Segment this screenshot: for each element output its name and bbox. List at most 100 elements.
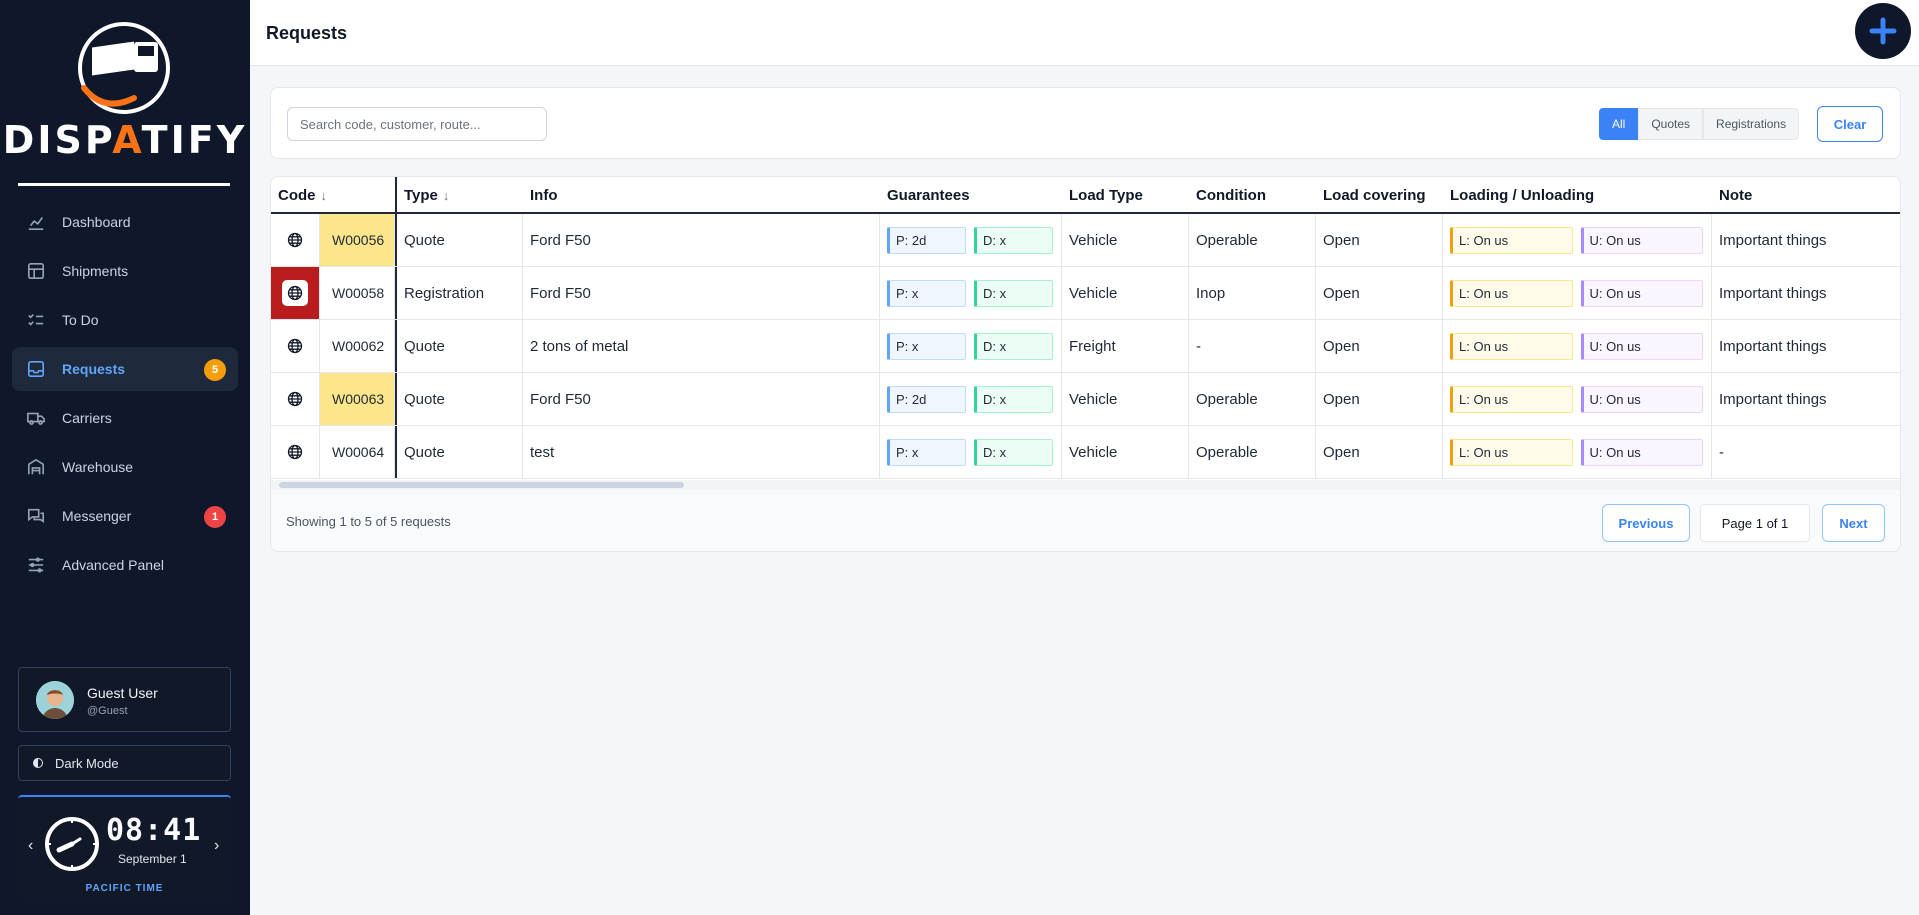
loading-unloading-cell: L: On us U: On us [1443,214,1712,266]
next-page-button[interactable]: Next [1822,504,1885,542]
sidebar-item-messenger[interactable]: Messenger 1 [12,494,238,538]
sidebar-item-carriers[interactable]: Carriers [12,396,238,440]
column-load-covering-header[interactable]: Load covering [1316,177,1443,214]
request-type: Quote [395,320,523,372]
clock-next-button[interactable]: › [214,837,219,855]
add-request-button[interactable] [1855,3,1911,59]
clock-date: September 1 [118,852,187,866]
column-loading-unloading-header[interactable]: Loading / Unloading [1443,177,1712,214]
contrast-icon [33,758,43,768]
brand-divider [18,183,230,186]
loading-chip: L: On us [1450,438,1573,466]
guarantees-cell: P: x D: x [880,320,1062,372]
requests-count-badge: 5 [204,359,226,381]
column-guarantees-header[interactable]: Guarantees [880,177,1062,214]
row-type-indicator[interactable] [271,373,320,425]
filter-registrations-button[interactable]: Registrations [1703,108,1800,140]
box-icon [26,261,46,281]
avatar [36,681,74,719]
note: Important things [1719,390,1827,408]
clock-timezone: PACIFIC TIME [85,883,164,894]
clear-filters-button[interactable]: Clear [1817,106,1883,142]
page-title: Requests [266,23,348,43]
request-info: Ford F50 [523,373,880,425]
request-info: test [523,426,880,478]
inbox-icon [26,359,46,379]
table-row[interactable]: W00064 Quote test P: x D: x Vehicle Operable Op… [271,426,1900,479]
column-info-header[interactable]: Info [523,177,880,214]
sidebar-item-advanced-panel[interactable]: Advanced Panel [12,543,238,587]
checklist-icon [26,310,46,330]
loading-chip: L: On us [1450,279,1573,307]
sidebar-item-todo[interactable]: To Do [12,298,238,342]
note: - [1719,443,1724,461]
request-type: Quote [395,214,523,266]
analog-clock-icon [45,817,99,871]
table-row[interactable]: W00058 Registration Ford F50 P: x D: x Vehicl… [271,267,1900,320]
filter-bar: All Quotes Registrations Clear [270,87,1901,159]
dark-mode-toggle[interactable]: Dark Mode [18,745,231,781]
unloading-chip: U: On us [1580,332,1703,360]
user-name: Guest User [87,685,158,701]
plus-icon [1869,17,1897,45]
sidebar-item-label: Advanced Panel [62,557,164,573]
table-row[interactable]: W00063 Quote Ford F50 P: 2d D: x Vehicle Opera… [271,373,1900,426]
request-code[interactable]: W00063 [320,373,395,425]
column-note-header[interactable]: Note [1712,177,1900,214]
brand-logo[interactable]: DISPATIFY [0,0,250,186]
filter-all-button[interactable]: All [1599,108,1639,140]
clock-prev-button[interactable]: ‹ [28,837,33,855]
guarantees-cell: P: 2d D: x [880,214,1062,266]
horizontal-scrollbar[interactable] [271,480,1900,490]
sidebar-item-label: Warehouse [62,459,134,475]
column-code-header[interactable]: Code ↓ [271,177,395,214]
delivery-guarantee-chip: D: x [974,438,1053,466]
row-type-indicator[interactable] [271,214,320,266]
loading-unloading-cell: L: On us U: On us [1443,320,1712,372]
pickup-guarantee-chip: P: x [887,332,966,360]
type-filter-segments: All Quotes Registrations [1599,108,1800,140]
note: Important things [1719,337,1827,355]
load-covering: Open [1316,373,1443,425]
filter-quotes-button[interactable]: Quotes [1638,108,1704,140]
table-row[interactable]: W00062 Quote 2 tons of metal P: x D: x Freigh… [271,320,1900,373]
column-load-type-header[interactable]: Load Type [1062,177,1189,214]
row-type-indicator[interactable] [271,267,320,319]
requests-table: Code ↓ Type ↓ Info Guarantees Load Type Co… [270,176,1901,552]
scrollbar-thumb[interactable] [279,482,684,488]
request-code[interactable]: W00064 [320,426,395,478]
table-row[interactable]: W00056 Quote Ford F50 P: 2d D: x Vehicle Opera… [271,214,1900,267]
sidebar-item-label: Shipments [62,263,129,279]
sidebar-item-label: Messenger [62,508,132,524]
row-type-indicator[interactable] [271,320,320,372]
sidebar-item-warehouse[interactable]: Warehouse [12,445,238,489]
pickup-guarantee-chip: P: 2d [887,226,966,254]
request-code[interactable]: W00056 [320,214,395,266]
search-input[interactable] [287,107,547,141]
condition: Operable [1189,426,1316,478]
user-profile-card[interactable]: Guest User @Guest [18,667,231,732]
row-type-indicator[interactable] [271,426,320,478]
sidebar-item-requests[interactable]: Requests 5 [12,347,238,391]
loading-chip: L: On us [1450,385,1573,413]
sort-arrow-icon: ↓ [320,188,328,203]
unloading-chip: U: On us [1580,226,1703,254]
previous-page-button[interactable]: Previous [1602,504,1690,542]
request-type: Registration [395,267,523,319]
request-code[interactable]: W00058 [320,267,395,319]
brand-name: DISPATIFY [2,118,248,162]
dark-mode-label: Dark Mode [55,755,119,771]
delivery-guarantee-chip: D: x [974,332,1053,360]
globe-icon [282,439,308,465]
column-condition-header[interactable]: Condition [1189,177,1316,214]
sort-arrow-icon: ↓ [442,188,450,203]
condition: Inop [1189,267,1316,319]
chat-icon [26,506,46,526]
sidebar-item-label: Carriers [62,410,112,426]
sidebar-item-shipments[interactable]: Shipments [12,249,238,293]
column-type-header[interactable]: Type ↓ [395,177,523,214]
sidebar-item-dashboard[interactable]: Dashboard [12,200,238,244]
globe-icon [282,280,308,306]
sidebar-item-label: Requests [62,361,126,377]
request-code[interactable]: W00062 [320,320,395,372]
